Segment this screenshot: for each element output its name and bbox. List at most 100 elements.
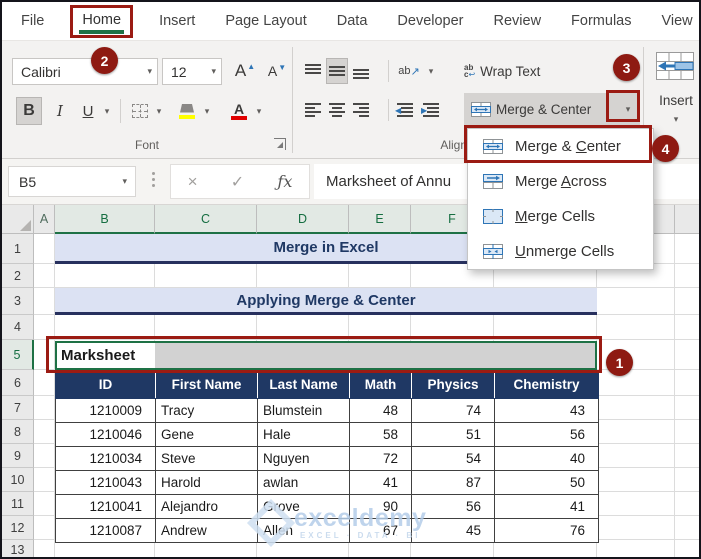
table-cell[interactable]: Grove	[257, 494, 350, 519]
underline-button[interactable]: U	[76, 97, 100, 125]
grid-cell[interactable]	[34, 340, 55, 370]
table-cell[interactable]: Alejandro	[155, 494, 258, 519]
orientation-button[interactable]: ab ↗	[396, 58, 422, 84]
increase-font-size-button[interactable]: A ▲	[230, 56, 260, 86]
row-header-7[interactable]: 7	[2, 396, 34, 420]
bold-button[interactable]: B	[16, 97, 42, 125]
align-right-button[interactable]	[350, 97, 372, 123]
selection-highlight[interactable]	[155, 343, 595, 368]
row-header-9[interactable]: 9	[2, 444, 34, 468]
grid-cell[interactable]	[411, 315, 494, 340]
menu-item-merge-cells[interactable]: Merge Cells	[468, 199, 653, 234]
grid-cell[interactable]	[34, 420, 55, 444]
enter-icon[interactable]: ✓	[231, 172, 244, 192]
grid-cell[interactable]	[675, 540, 699, 557]
table-cell[interactable]: 76	[494, 518, 599, 543]
row-header-13[interactable]: 13	[2, 540, 34, 557]
grid-cell[interactable]	[155, 315, 257, 340]
grid-cell[interactable]	[675, 396, 699, 420]
grid-cell[interactable]	[597, 492, 675, 516]
row-header-8[interactable]: 8	[2, 420, 34, 444]
grid-cell[interactable]	[597, 370, 675, 396]
grid-cell[interactable]	[34, 468, 55, 492]
borders-button[interactable]	[128, 97, 152, 125]
grid-cell[interactable]	[55, 315, 155, 340]
grid-cell[interactable]	[597, 540, 675, 557]
merged-subtitle-cell[interactable]: Applying Merge & Center	[55, 288, 597, 315]
table-cell[interactable]: 1210046	[55, 422, 156, 447]
grid-cell[interactable]	[34, 234, 55, 264]
insert-dropdown-arrow[interactable]: ▾	[648, 111, 699, 125]
table-header-cell[interactable]: ID	[55, 370, 156, 399]
insert-function-icon[interactable]: ƒx	[277, 172, 292, 191]
grid-cell[interactable]	[34, 540, 55, 557]
grid-cell[interactable]	[675, 370, 699, 396]
table-cell[interactable]: Steve	[155, 446, 258, 471]
align-left-button[interactable]	[302, 97, 324, 123]
name-box-dropdown-icon[interactable]: ▾	[122, 176, 127, 187]
align-bottom-button[interactable]	[350, 58, 372, 84]
grid-cell[interactable]	[34, 492, 55, 516]
grid-cell[interactable]	[675, 340, 699, 370]
font-color-dropdown-arrow[interactable]: ▾	[252, 97, 266, 125]
tab-view[interactable]: View	[661, 13, 692, 29]
row-header-1[interactable]: 1	[2, 234, 34, 264]
column-header-E[interactable]: E	[349, 205, 411, 234]
row-header-5[interactable]: 5	[2, 340, 34, 370]
tab-data[interactable]: Data	[337, 13, 368, 29]
font-size-combo[interactable]: 12 ▾	[162, 58, 222, 85]
tab-review[interactable]: Review	[494, 13, 542, 29]
table-cell[interactable]: 56	[411, 494, 495, 519]
grid-cell[interactable]	[34, 288, 55, 315]
grid-cell[interactable]	[34, 370, 55, 396]
decrease-font-size-button[interactable]: A ▼	[262, 56, 292, 86]
table-cell[interactable]: 1210041	[55, 494, 156, 519]
insert-cells-button[interactable]	[654, 49, 696, 83]
table-cell[interactable]: 90	[349, 494, 412, 519]
table-header-cell[interactable]: Chemistry	[494, 370, 599, 399]
fill-color-dropdown-arrow[interactable]: ▾	[200, 97, 214, 125]
wrap-text-button[interactable]: ab c↩ Wrap Text	[464, 56, 568, 86]
table-cell[interactable]: Andrew	[155, 518, 258, 543]
row-header-10[interactable]: 10	[2, 468, 34, 492]
menu-item-merge-across[interactable]: Merge Across	[468, 164, 653, 199]
grid-cell[interactable]	[55, 264, 155, 288]
table-cell[interactable]: Nguyen	[257, 446, 350, 471]
tab-file[interactable]: File	[21, 13, 44, 29]
grid-cell[interactable]	[675, 288, 699, 315]
fill-color-button[interactable]	[174, 97, 200, 125]
borders-dropdown-arrow[interactable]: ▾	[152, 97, 166, 125]
align-top-button[interactable]	[302, 58, 324, 84]
select-all-corner[interactable]	[2, 205, 34, 234]
merge-center-dropdown-arrow[interactable]: ▾	[610, 93, 640, 125]
grid-cell[interactable]	[34, 315, 55, 340]
align-middle-button[interactable]	[326, 58, 348, 84]
row-header-11[interactable]: 11	[2, 492, 34, 516]
row-header-3[interactable]: 3	[2, 288, 34, 315]
table-cell[interactable]: 40	[494, 446, 599, 471]
cancel-icon[interactable]: ×	[188, 172, 198, 192]
chevron-down-icon[interactable]: ▾	[211, 66, 216, 77]
table-cell[interactable]: 1210087	[55, 518, 156, 543]
grid-cell[interactable]	[34, 264, 55, 288]
menu-item-merge-and-center[interactable]: Merge & Center	[468, 129, 653, 164]
table-cell[interactable]: 48	[349, 398, 412, 423]
table-cell[interactable]: 74	[411, 398, 495, 423]
grid-cell[interactable]	[675, 264, 699, 288]
orientation-dropdown-arrow[interactable]: ▾	[424, 58, 438, 84]
font-color-button[interactable]: A	[226, 97, 252, 125]
align-center-button[interactable]	[326, 97, 348, 123]
increase-indent-button[interactable]: ▶	[420, 97, 442, 123]
table-cell[interactable]: 56	[494, 422, 599, 447]
grid-cell[interactable]	[675, 468, 699, 492]
table-cell[interactable]: 45	[411, 518, 495, 543]
table-cell[interactable]: 41	[349, 470, 412, 495]
grid-cell[interactable]	[34, 444, 55, 468]
grid-cell[interactable]	[597, 420, 675, 444]
table-cell[interactable]: Harold	[155, 470, 258, 495]
grid-cell[interactable]	[675, 420, 699, 444]
column-header-C[interactable]: C	[155, 205, 257, 234]
grid-cell[interactable]	[34, 396, 55, 420]
row-header-6[interactable]: 6	[2, 370, 34, 396]
column-header-9[interactable]	[675, 205, 699, 234]
